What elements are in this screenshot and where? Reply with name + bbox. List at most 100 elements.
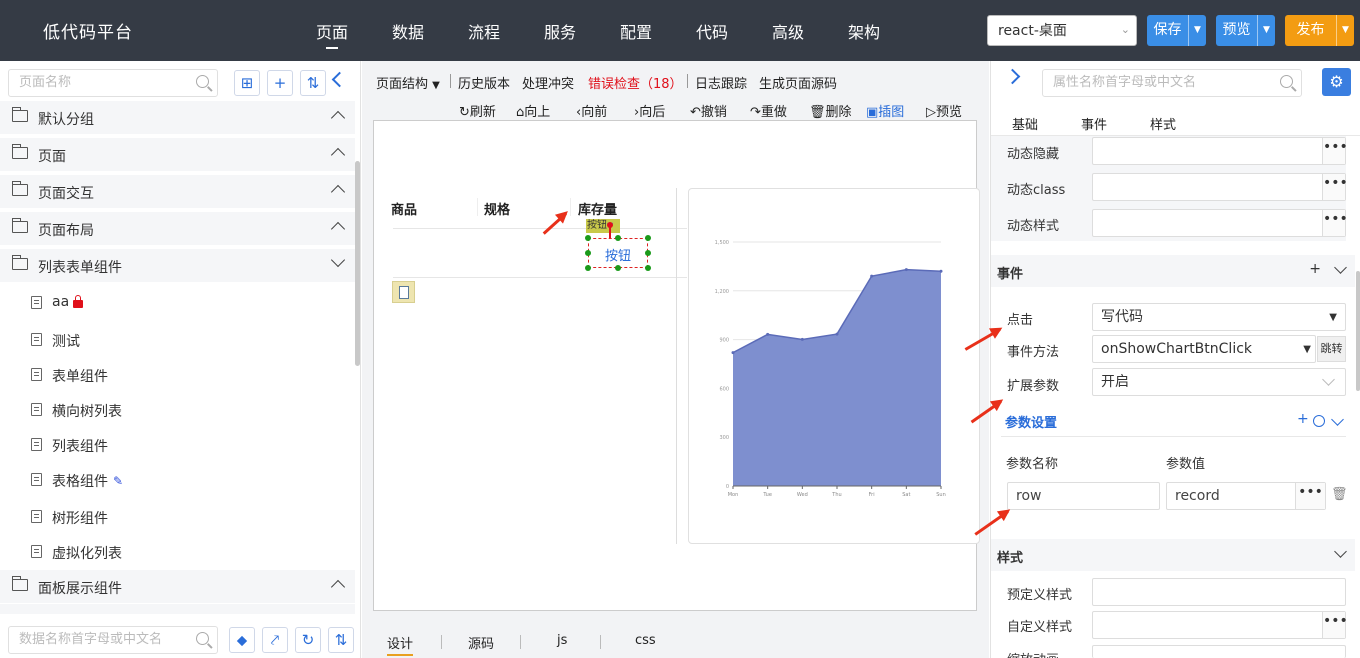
zoom-animation-input[interactable] <box>1092 645 1346 658</box>
nav-page[interactable]: 页面 <box>316 19 348 49</box>
undo-button[interactable]: ↶撤销 <box>690 101 727 120</box>
resize-handle[interactable] <box>615 265 621 271</box>
page-item-aa[interactable]: aa <box>0 287 355 317</box>
data-search-input[interactable]: 数据名称首字母或中文名 <box>8 626 218 654</box>
tab-css[interactable]: css <box>635 633 656 648</box>
group-default[interactable]: 默认分组 <box>0 101 355 134</box>
tab-source[interactable]: 源码 <box>468 633 494 652</box>
property-search-input[interactable]: 属性名称首字母或中文名 <box>1042 69 1302 97</box>
sort-icon[interactable]: ⇅ <box>300 70 326 96</box>
insert-image-button[interactable]: ▣插图 <box>866 101 904 120</box>
pin-icon[interactable]: ⬥ <box>229 627 255 653</box>
click-select[interactable]: 写代码 ▼ <box>1092 303 1346 331</box>
more-icon[interactable]: ••• <box>1322 612 1348 638</box>
gear-icon[interactable]: ⚙ <box>1322 68 1351 96</box>
up-button[interactable]: ⌂向上 <box>516 101 550 120</box>
page-search-input[interactable]: 页面名称 <box>8 69 218 97</box>
page-item-test[interactable]: 测试 <box>0 324 355 354</box>
resize-handle[interactable] <box>645 265 651 271</box>
events-section-header[interactable]: 事件 + <box>991 255 1355 287</box>
tab-basic[interactable]: 基础 <box>1012 114 1038 133</box>
resize-handle[interactable] <box>615 235 621 241</box>
group-page-layout[interactable]: 页面布局 <box>0 212 355 245</box>
add-param-icon[interactable]: + <box>1297 411 1309 427</box>
dynamic-hide-input[interactable]: ••• <box>1092 137 1348 165</box>
nav-architecture[interactable]: 架构 <box>848 19 880 43</box>
error-check-button[interactable]: 错误检查（18） <box>588 73 683 92</box>
more-icon[interactable]: ••• <box>1322 138 1348 164</box>
gen-source-button[interactable]: 生成页面源码 <box>759 73 837 92</box>
log-button[interactable]: 日志跟踪 <box>695 73 747 92</box>
more-icon[interactable]: ••• <box>1322 210 1348 236</box>
history-button[interactable]: 历史版本 <box>458 73 510 92</box>
chevron-down-icon[interactable] <box>1334 261 1347 274</box>
delete-button[interactable]: 🗑删除 <box>809 101 852 120</box>
right-scrollbar[interactable] <box>1356 271 1360 391</box>
nav-flow[interactable]: 流程 <box>468 19 500 43</box>
page-item-form[interactable]: 表单组件 <box>0 359 355 389</box>
tab-design[interactable]: 设计 <box>387 633 414 656</box>
caret-down-icon[interactable]: ▼ <box>1336 15 1354 46</box>
backward-button[interactable]: ›向后 <box>634 101 665 120</box>
event-method-select[interactable]: onShowChartBtnClick ▼ <box>1092 335 1316 363</box>
link-icon[interactable]: ⤤ <box>262 627 288 653</box>
conflict-button[interactable]: 处理冲突 <box>522 73 574 92</box>
new-folder-icon[interactable]: ⊞ <box>234 70 260 96</box>
chart-button[interactable]: 按钮 <box>588 238 648 268</box>
app-select[interactable]: react-桌面 ⌄ <box>987 15 1137 46</box>
template-component-icon[interactable] <box>392 281 415 303</box>
sort-icon[interactable]: ⇅ <box>328 627 354 653</box>
group-page[interactable]: 页面 <box>0 138 355 171</box>
param-name-input[interactable]: row <box>1007 482 1160 510</box>
page-structure-menu[interactable]: 页面结构 ▼ <box>376 73 440 92</box>
refresh-button[interactable]: ↻刷新 <box>459 101 496 120</box>
publish-button[interactable]: 发布 ▼ <box>1285 15 1354 46</box>
param-value-input[interactable]: record ••• <box>1166 482 1326 510</box>
resize-handle[interactable] <box>585 250 591 256</box>
nav-data[interactable]: 数据 <box>392 19 424 43</box>
preview-page-button[interactable]: ▷预览 <box>926 101 962 120</box>
more-icon[interactable]: ••• <box>1295 483 1325 509</box>
dynamic-class-input[interactable]: ••• <box>1092 173 1348 201</box>
resize-handle[interactable] <box>645 250 651 256</box>
forward-button[interactable]: ‹向前 <box>576 101 607 120</box>
caret-down-icon[interactable]: ▼ <box>1257 15 1275 46</box>
group-page-interaction[interactable]: 页面交互 <box>0 175 355 208</box>
tab-events[interactable]: 事件 <box>1081 114 1107 133</box>
group-list-form[interactable]: 列表表单组件 <box>0 249 355 282</box>
page-item-horizontal-tree[interactable]: 横向树列表 <box>0 394 355 424</box>
resize-handle[interactable] <box>645 235 651 241</box>
ext-params-select[interactable]: 开启 <box>1092 368 1346 396</box>
dynamic-style-input[interactable]: ••• <box>1092 209 1348 237</box>
custom-style-input[interactable]: ••• <box>1092 611 1348 639</box>
area-chart[interactable]: 0 300 600 900 1,200 1,500 Mon Tue Wed Thu Fri Sat Su… <box>688 188 980 544</box>
tab-styles[interactable]: 样式 <box>1150 114 1176 133</box>
save-button[interactable]: 保存 ▼ <box>1147 15 1206 46</box>
page-item-tree[interactable]: 树形组件 <box>0 501 355 531</box>
add-icon[interactable]: + <box>267 70 293 96</box>
list-icon[interactable] <box>1313 415 1325 427</box>
collapse-left-icon[interactable] <box>331 71 348 88</box>
predefined-style-input[interactable] <box>1092 578 1346 606</box>
caret-down-icon[interactable]: ▼ <box>1188 15 1206 46</box>
chevron-down-icon[interactable] <box>1331 413 1344 426</box>
tab-js[interactable]: js <box>557 633 567 648</box>
design-canvas[interactable]: 商品 规格 库存量 按钮▼ 按钮 0 300 600 900 1,200 1,500 Mon… <box>373 120 980 611</box>
page-item-table[interactable]: 表格组件 ✎ <box>0 464 355 494</box>
left-scrollbar[interactable] <box>355 161 360 366</box>
chevron-right-icon[interactable] <box>1004 68 1021 85</box>
group-panel-display[interactable]: 面板展示组件 <box>0 570 355 603</box>
page-item-virtual-list[interactable]: 虚拟化列表 <box>0 536 355 566</box>
chevron-down-icon[interactable] <box>1334 545 1347 558</box>
jump-button[interactable]: 跳转 <box>1317 336 1346 362</box>
refresh-icon[interactable]: ↻ <box>295 627 321 653</box>
nav-code[interactable]: 代码 <box>696 19 728 43</box>
more-icon[interactable]: ••• <box>1322 174 1348 200</box>
preview-button[interactable]: 预览 ▼ <box>1216 15 1275 46</box>
nav-advanced[interactable]: 高级 <box>772 19 804 43</box>
resize-handle[interactable] <box>585 235 591 241</box>
style-section-header[interactable]: 样式 <box>991 539 1355 571</box>
selected-component-tag[interactable]: 按钮▼ <box>586 219 620 233</box>
nav-service[interactable]: 服务 <box>544 19 576 43</box>
redo-button[interactable]: ↷重做 <box>750 101 787 120</box>
